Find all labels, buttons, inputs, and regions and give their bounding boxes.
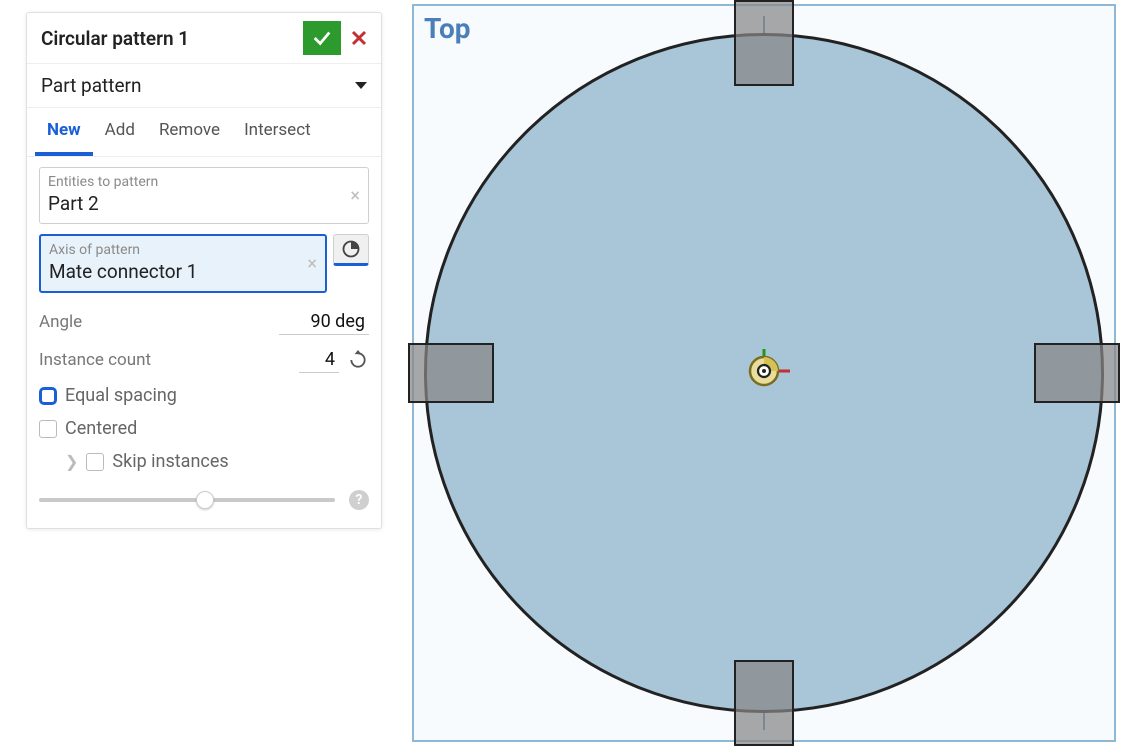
cancel-button[interactable] <box>343 21 375 55</box>
opacity-slider-row: ? <box>39 478 369 514</box>
chevron-down-icon <box>355 82 367 89</box>
circular-pattern-panel: Circular pattern 1 Part pattern New Add … <box>26 12 382 529</box>
pattern-instance-top[interactable] <box>734 0 794 86</box>
pattern-instance-right[interactable] <box>1034 343 1120 403</box>
view-label: Top <box>424 12 471 45</box>
equal-spacing-label: Equal spacing <box>65 385 177 406</box>
expand-icon[interactable]: ❯ <box>65 452 78 471</box>
skip-instances-row: ❯ Skip instances <box>39 445 369 478</box>
skip-instances-checkbox[interactable] <box>86 453 104 471</box>
angle-input[interactable]: 90 deg <box>279 309 369 335</box>
instance-count-row: Instance count 4 <box>39 341 369 379</box>
angle-label: Angle <box>39 312 279 332</box>
viewport[interactable]: Top <box>412 4 1116 742</box>
opacity-slider[interactable] <box>39 498 335 502</box>
entities-field[interactable]: Entities to pattern Part 2 × <box>39 167 369 224</box>
slider-thumb[interactable] <box>196 491 214 509</box>
origin-icon <box>734 341 794 401</box>
tab-add[interactable]: Add <box>93 108 147 156</box>
help-button[interactable]: ? <box>349 490 369 510</box>
boolean-tabs: New Add Remove Intersect <box>27 108 381 157</box>
tab-remove[interactable]: Remove <box>147 108 232 156</box>
equal-spacing-row: Equal spacing <box>39 379 369 412</box>
skip-instances-label: Skip instances <box>112 451 228 472</box>
equal-spacing-checkbox[interactable] <box>39 387 57 405</box>
panel-header: Circular pattern 1 <box>27 13 381 64</box>
axis-value: Mate connector 1 <box>49 260 317 283</box>
close-icon <box>350 29 368 47</box>
entities-value: Part 2 <box>48 192 360 215</box>
instance-count-label: Instance count <box>39 350 299 370</box>
centered-row: Centered <box>39 412 369 445</box>
mate-connector-button[interactable] <box>333 234 369 266</box>
clear-axis-icon[interactable]: × <box>307 253 317 274</box>
pattern-type-label: Part pattern <box>41 74 355 97</box>
panel-body: Entities to pattern Part 2 × Axis of pat… <box>27 157 381 528</box>
axis-label: Axis of pattern <box>49 242 317 258</box>
pattern-instance-bottom[interactable] <box>734 660 794 746</box>
clear-entities-icon[interactable]: × <box>350 185 360 206</box>
centered-checkbox[interactable] <box>39 420 57 438</box>
reverse-icon <box>348 350 368 370</box>
angle-row: Angle 90 deg <box>39 303 369 341</box>
reverse-direction-button[interactable] <box>347 349 369 371</box>
origin-marker[interactable] <box>734 341 794 405</box>
centered-label: Centered <box>65 418 137 439</box>
axis-row: Axis of pattern Mate connector 1 × <box>39 234 369 303</box>
instance-count-input[interactable]: 4 <box>299 347 339 373</box>
entities-label: Entities to pattern <box>48 174 360 190</box>
confirm-button[interactable] <box>303 21 341 55</box>
pattern-type-dropdown[interactable]: Part pattern <box>27 64 381 108</box>
check-icon <box>311 27 333 49</box>
axis-field[interactable]: Axis of pattern Mate connector 1 × <box>39 234 327 293</box>
tab-new[interactable]: New <box>35 108 93 156</box>
pattern-instance-left[interactable] <box>408 343 494 403</box>
panel-title: Circular pattern 1 <box>41 27 303 50</box>
mate-connector-icon <box>341 239 361 259</box>
tab-intersect[interactable]: Intersect <box>232 108 323 156</box>
